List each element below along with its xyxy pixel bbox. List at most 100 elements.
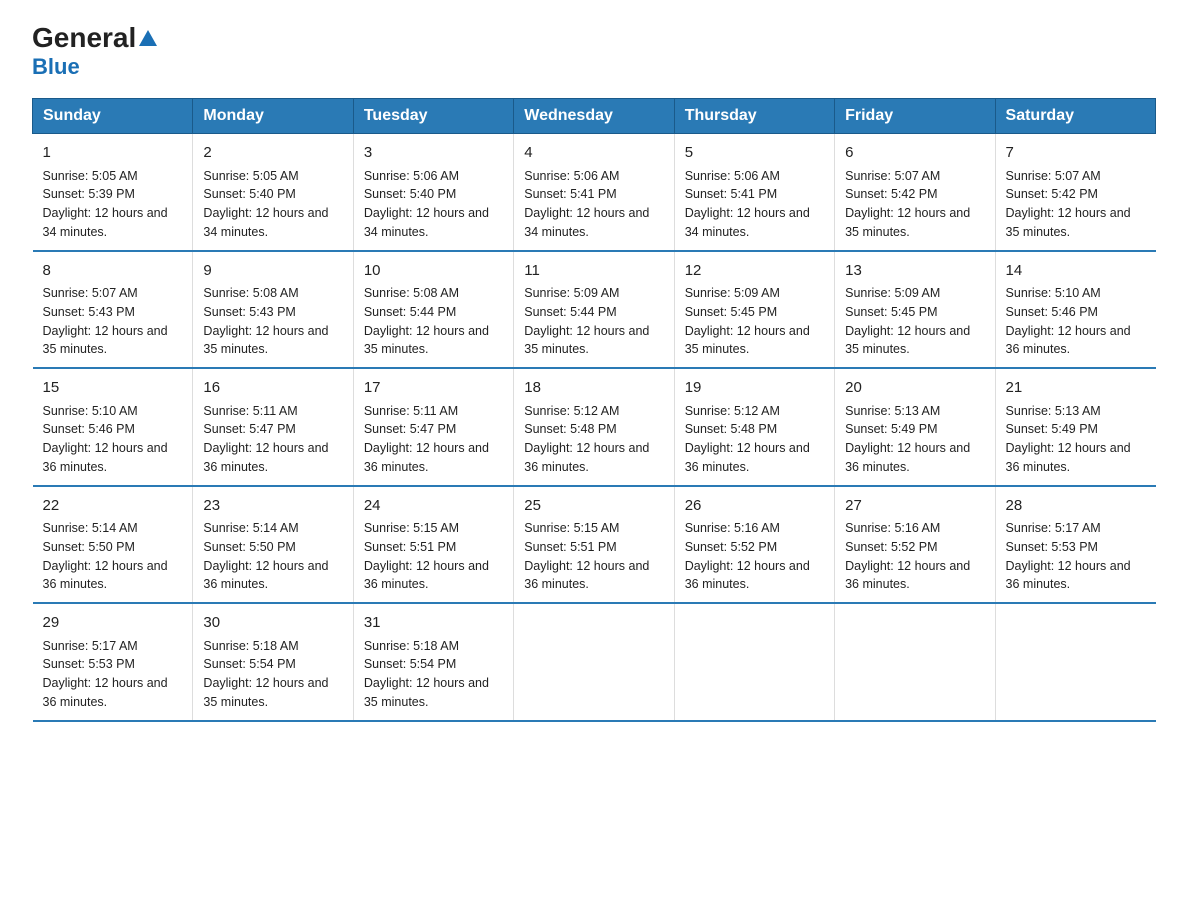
calendar-header-row: SundayMondayTuesdayWednesdayThursdayFrid… [33,99,1156,134]
calendar-cell: 31 Sunrise: 5:18 AMSunset: 5:54 PMDaylig… [353,603,513,721]
calendar-table: SundayMondayTuesdayWednesdayThursdayFrid… [32,98,1156,722]
day-number: 23 [203,495,342,518]
day-number: 1 [43,142,183,165]
calendar-cell: 5 Sunrise: 5:06 AMSunset: 5:41 PMDayligh… [674,134,834,251]
day-info: Sunrise: 5:09 AMSunset: 5:44 PMDaylight:… [524,284,663,359]
day-number: 15 [43,377,183,400]
day-number: 17 [364,377,503,400]
week-row-4: 22 Sunrise: 5:14 AMSunset: 5:50 PMDaylig… [33,486,1156,604]
calendar-cell: 20 Sunrise: 5:13 AMSunset: 5:49 PMDaylig… [835,368,995,486]
day-number: 28 [1006,495,1146,518]
calendar-cell: 19 Sunrise: 5:12 AMSunset: 5:48 PMDaylig… [674,368,834,486]
day-number: 13 [845,260,984,283]
calendar-cell: 30 Sunrise: 5:18 AMSunset: 5:54 PMDaylig… [193,603,353,721]
calendar-cell: 14 Sunrise: 5:10 AMSunset: 5:46 PMDaylig… [995,251,1155,369]
day-info: Sunrise: 5:12 AMSunset: 5:48 PMDaylight:… [685,402,824,477]
day-number: 27 [845,495,984,518]
day-info: Sunrise: 5:07 AMSunset: 5:42 PMDaylight:… [845,167,984,242]
calendar-cell [674,603,834,721]
day-info: Sunrise: 5:06 AMSunset: 5:41 PMDaylight:… [524,167,663,242]
day-number: 16 [203,377,342,400]
calendar-cell: 23 Sunrise: 5:14 AMSunset: 5:50 PMDaylig… [193,486,353,604]
day-info: Sunrise: 5:13 AMSunset: 5:49 PMDaylight:… [845,402,984,477]
col-header-thursday: Thursday [674,99,834,134]
day-info: Sunrise: 5:14 AMSunset: 5:50 PMDaylight:… [43,519,183,594]
calendar-cell: 8 Sunrise: 5:07 AMSunset: 5:43 PMDayligh… [33,251,193,369]
calendar-cell: 24 Sunrise: 5:15 AMSunset: 5:51 PMDaylig… [353,486,513,604]
day-number: 18 [524,377,663,400]
logo: General Blue [32,24,157,80]
day-info: Sunrise: 5:16 AMSunset: 5:52 PMDaylight:… [685,519,824,594]
day-number: 19 [685,377,824,400]
calendar-cell [514,603,674,721]
col-header-saturday: Saturday [995,99,1155,134]
day-number: 9 [203,260,342,283]
day-number: 11 [524,260,663,283]
day-info: Sunrise: 5:07 AMSunset: 5:43 PMDaylight:… [43,284,183,359]
calendar-cell: 28 Sunrise: 5:17 AMSunset: 5:53 PMDaylig… [995,486,1155,604]
calendar-cell: 21 Sunrise: 5:13 AMSunset: 5:49 PMDaylig… [995,368,1155,486]
day-info: Sunrise: 5:11 AMSunset: 5:47 PMDaylight:… [203,402,342,477]
day-number: 12 [685,260,824,283]
calendar-cell: 27 Sunrise: 5:16 AMSunset: 5:52 PMDaylig… [835,486,995,604]
day-info: Sunrise: 5:06 AMSunset: 5:40 PMDaylight:… [364,167,503,242]
day-number: 10 [364,260,503,283]
calendar-cell: 10 Sunrise: 5:08 AMSunset: 5:44 PMDaylig… [353,251,513,369]
col-header-sunday: Sunday [33,99,193,134]
day-info: Sunrise: 5:07 AMSunset: 5:42 PMDaylight:… [1006,167,1146,242]
calendar-cell: 17 Sunrise: 5:11 AMSunset: 5:47 PMDaylig… [353,368,513,486]
calendar-cell: 15 Sunrise: 5:10 AMSunset: 5:46 PMDaylig… [33,368,193,486]
day-info: Sunrise: 5:15 AMSunset: 5:51 PMDaylight:… [524,519,663,594]
day-info: Sunrise: 5:10 AMSunset: 5:46 PMDaylight:… [1006,284,1146,359]
day-info: Sunrise: 5:13 AMSunset: 5:49 PMDaylight:… [1006,402,1146,477]
day-info: Sunrise: 5:11 AMSunset: 5:47 PMDaylight:… [364,402,503,477]
calendar-cell [995,603,1155,721]
day-info: Sunrise: 5:09 AMSunset: 5:45 PMDaylight:… [685,284,824,359]
col-header-monday: Monday [193,99,353,134]
day-info: Sunrise: 5:10 AMSunset: 5:46 PMDaylight:… [43,402,183,477]
calendar-cell [835,603,995,721]
calendar-cell: 1 Sunrise: 5:05 AMSunset: 5:39 PMDayligh… [33,134,193,251]
day-number: 6 [845,142,984,165]
day-number: 29 [43,612,183,635]
day-number: 31 [364,612,503,635]
page-header: General Blue [32,24,1156,80]
day-number: 24 [364,495,503,518]
day-number: 20 [845,377,984,400]
day-info: Sunrise: 5:17 AMSunset: 5:53 PMDaylight:… [1006,519,1146,594]
day-info: Sunrise: 5:16 AMSunset: 5:52 PMDaylight:… [845,519,984,594]
day-number: 21 [1006,377,1146,400]
col-header-wednesday: Wednesday [514,99,674,134]
week-row-3: 15 Sunrise: 5:10 AMSunset: 5:46 PMDaylig… [33,368,1156,486]
col-header-tuesday: Tuesday [353,99,513,134]
calendar-cell: 22 Sunrise: 5:14 AMSunset: 5:50 PMDaylig… [33,486,193,604]
day-number: 25 [524,495,663,518]
calendar-cell: 12 Sunrise: 5:09 AMSunset: 5:45 PMDaylig… [674,251,834,369]
day-number: 30 [203,612,342,635]
calendar-cell: 26 Sunrise: 5:16 AMSunset: 5:52 PMDaylig… [674,486,834,604]
day-number: 22 [43,495,183,518]
calendar-cell: 18 Sunrise: 5:12 AMSunset: 5:48 PMDaylig… [514,368,674,486]
week-row-1: 1 Sunrise: 5:05 AMSunset: 5:39 PMDayligh… [33,134,1156,251]
day-info: Sunrise: 5:08 AMSunset: 5:44 PMDaylight:… [364,284,503,359]
day-number: 4 [524,142,663,165]
calendar-cell: 29 Sunrise: 5:17 AMSunset: 5:53 PMDaylig… [33,603,193,721]
logo-general: General [32,24,157,52]
day-info: Sunrise: 5:05 AMSunset: 5:39 PMDaylight:… [43,167,183,242]
day-info: Sunrise: 5:15 AMSunset: 5:51 PMDaylight:… [364,519,503,594]
logo-blue-text: Blue [32,54,80,80]
calendar-cell: 11 Sunrise: 5:09 AMSunset: 5:44 PMDaylig… [514,251,674,369]
day-number: 26 [685,495,824,518]
day-info: Sunrise: 5:18 AMSunset: 5:54 PMDaylight:… [364,637,503,712]
calendar-cell: 4 Sunrise: 5:06 AMSunset: 5:41 PMDayligh… [514,134,674,251]
col-header-friday: Friday [835,99,995,134]
calendar-cell: 2 Sunrise: 5:05 AMSunset: 5:40 PMDayligh… [193,134,353,251]
calendar-cell: 7 Sunrise: 5:07 AMSunset: 5:42 PMDayligh… [995,134,1155,251]
day-number: 5 [685,142,824,165]
day-info: Sunrise: 5:18 AMSunset: 5:54 PMDaylight:… [203,637,342,712]
day-number: 2 [203,142,342,165]
calendar-cell: 3 Sunrise: 5:06 AMSunset: 5:40 PMDayligh… [353,134,513,251]
day-info: Sunrise: 5:14 AMSunset: 5:50 PMDaylight:… [203,519,342,594]
day-info: Sunrise: 5:05 AMSunset: 5:40 PMDaylight:… [203,167,342,242]
calendar-cell: 25 Sunrise: 5:15 AMSunset: 5:51 PMDaylig… [514,486,674,604]
